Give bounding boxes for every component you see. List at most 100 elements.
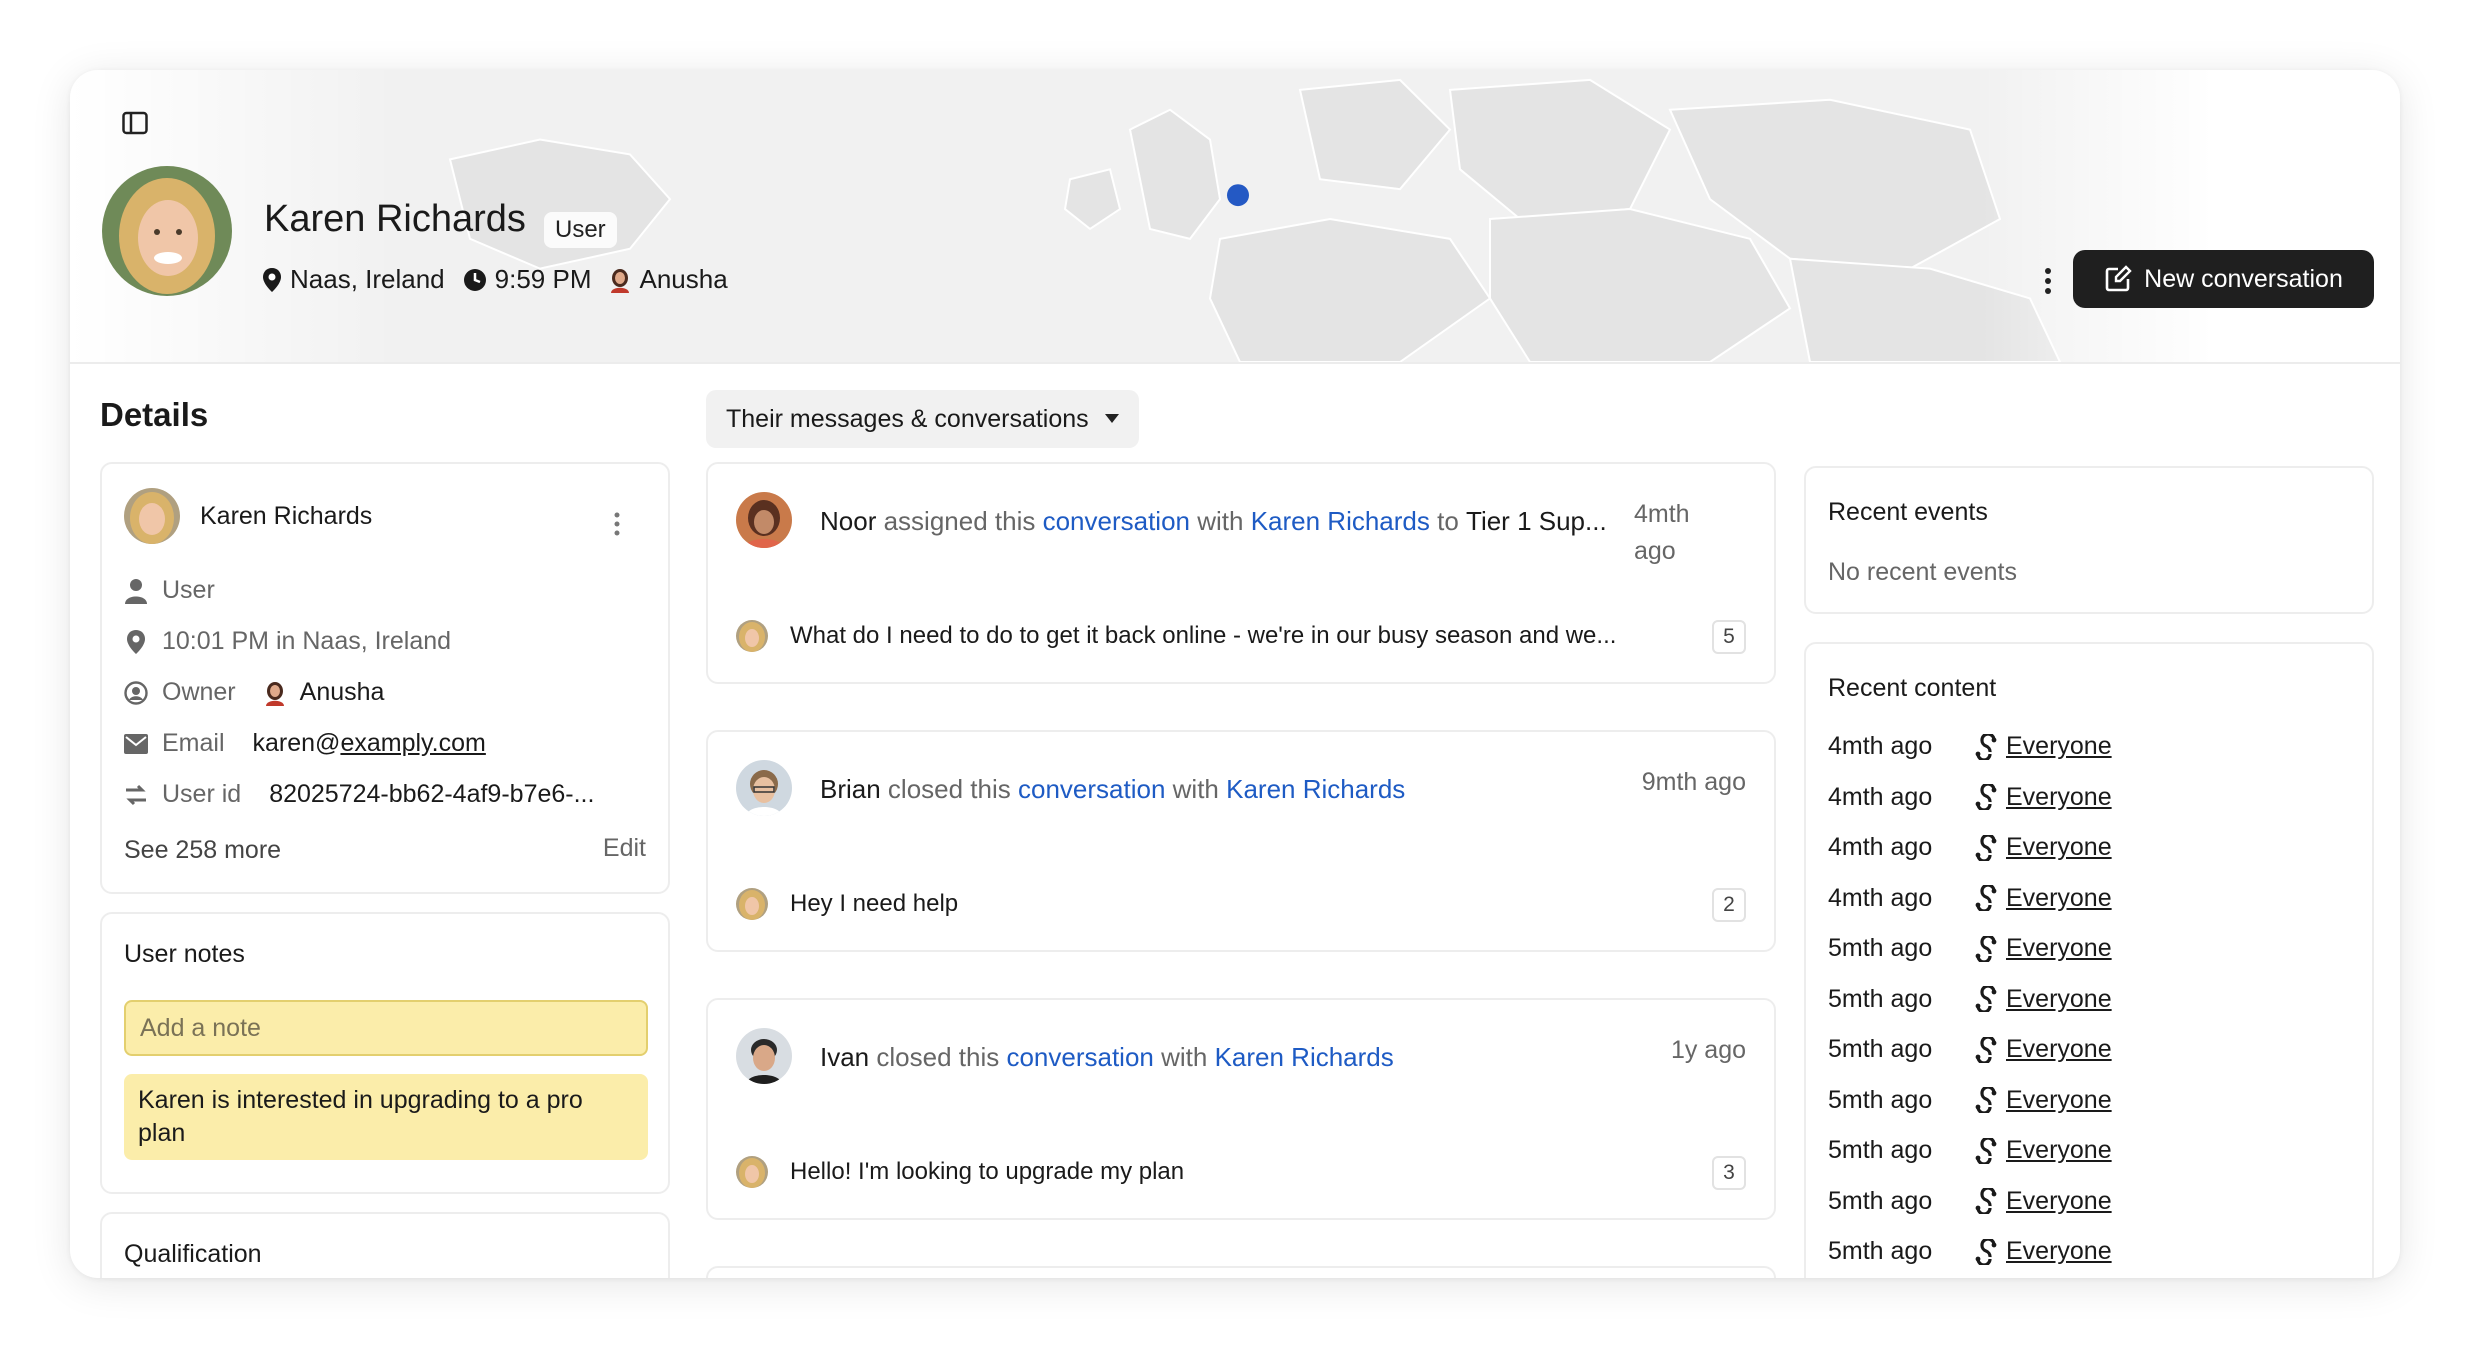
audience-link[interactable]: Everyone [1974, 732, 2112, 761]
caret-down-icon [1104, 414, 1119, 423]
recent-content-row: 4mth ago Everyone [1828, 833, 2112, 862]
sidebar-icon [122, 111, 148, 135]
content-time: 5mth ago [1828, 1237, 1933, 1265]
segment-icon [1975, 1087, 1997, 1113]
user-meta: Naas, Ireland 9:59 PM Anusha [262, 264, 746, 295]
message-count-badge: 2 [1712, 888, 1746, 922]
location-dot [1227, 184, 1249, 207]
audience-link[interactable]: Everyone [1974, 934, 2112, 963]
message-snippet: What do I need to do to get it back onli… [790, 622, 1617, 649]
recent-content-card: Recent content 4mth ago Everyone 4mth ago E… [1804, 642, 2374, 1278]
recent-content-heading: Recent content [1828, 674, 1997, 702]
edit-button[interactable]: Edit [603, 834, 646, 863]
segment-icon [1975, 986, 1997, 1012]
sidebar-toggle-button[interactable] [112, 100, 158, 146]
contact-avatar-small [736, 888, 768, 920]
message-snippet: Hello! I'm looking to upgrade my plan [790, 1158, 1185, 1185]
email-value[interactable]: karen@examply.com [253, 729, 486, 758]
content-time: 4mth ago [1828, 782, 1933, 811]
conversation-item[interactable]: Brian closed this conversation with Kare… [706, 730, 1776, 952]
agent-avatar-noor [736, 492, 792, 548]
owner-label: Owner [162, 678, 236, 706]
segment-icon [1975, 1036, 1997, 1063]
recent-events-empty: No recent events [1828, 558, 2017, 586]
message-snippet: Hey I need help [790, 890, 959, 917]
recent-content-row: 5mth ago Everyone [1828, 934, 2112, 963]
user-name: Karen Richards [264, 198, 526, 240]
contact-link[interactable]: Karen Richards [1215, 1042, 1394, 1072]
audience-link[interactable]: Everyone [1974, 1086, 2112, 1115]
add-note-input[interactable]: Add a note [124, 1000, 648, 1056]
audience-link[interactable]: Everyone [1974, 884, 2112, 913]
user-avatar [102, 166, 232, 296]
card-user-name: Karen Richards [200, 501, 373, 530]
recent-content-row: 4mth ago Everyone [1828, 884, 2112, 913]
conversation-item[interactable]: Ivan closed this conversation with Karen… [706, 998, 1776, 1220]
content-time: 4mth ago [1828, 732, 1933, 760]
audience-link[interactable]: Everyone [1974, 833, 2112, 862]
segment-icon [1975, 885, 1997, 911]
clock-icon [463, 268, 486, 291]
segment-icon [1975, 784, 1997, 810]
conversation-link[interactable]: conversation [1043, 506, 1190, 536]
recent-events-heading: Recent events [1828, 498, 1988, 526]
note-item[interactable]: Karen is interested in upgrading to a pr… [124, 1074, 648, 1160]
user-local-time-location: 10:01 PM in Naas, Ireland [162, 627, 452, 655]
audience-link[interactable]: Everyone [1974, 1136, 2112, 1165]
recent-content-row: 5mth ago Everyone [1828, 1086, 2112, 1115]
owner-name: Anusha [299, 678, 385, 706]
card-more-button[interactable] [602, 504, 632, 544]
user-id-value: 82025724-bb62-4af9-b7e6-... [269, 780, 595, 808]
segment-icon [1975, 1238, 1997, 1265]
contact-link[interactable]: Karen Richards [1251, 506, 1430, 536]
role-badge: User [544, 212, 617, 248]
agent-avatar-ivan [736, 1028, 792, 1084]
kebab-menu-icon [614, 512, 620, 536]
recent-content-row: 4mth ago Everyone [1828, 783, 2112, 812]
recent-content-row: 4mth ago Everyone [1828, 732, 2112, 761]
audience-link[interactable]: Everyone [1974, 985, 2112, 1014]
audience-link[interactable]: Everyone [1974, 1035, 2112, 1064]
compose-icon [2105, 265, 2132, 292]
conversation-link[interactable]: conversation [1018, 774, 1165, 804]
swap-arrows-icon [126, 784, 146, 805]
filter-label: Their messages & conversations [726, 404, 1089, 433]
message-count-badge: 5 [1712, 620, 1746, 654]
recent-events-card: Recent events No recent events [1804, 466, 2374, 614]
conversation-item[interactable] [706, 1266, 1776, 1278]
content-time: 5mth ago [1828, 1136, 1933, 1164]
segment-icon [1975, 834, 1997, 861]
conversation-item[interactable]: Noor assigned this conversation with Kar… [706, 462, 1776, 684]
more-options-button[interactable] [2030, 258, 2066, 304]
user-notes-card: User notes Add a note Karen is intereste… [100, 912, 670, 1194]
segment-icon [1975, 733, 1997, 760]
details-heading: Details [100, 396, 209, 433]
conversation-link[interactable]: conversation [1006, 1042, 1153, 1072]
content-time: 5mth ago [1828, 1186, 1933, 1215]
user-details-card: Karen Richards User 10:01 PM in Naas, Ir… [100, 462, 670, 894]
contact-avatar-small [736, 1156, 768, 1188]
content-time: 5mth ago [1828, 984, 1933, 1013]
kebab-menu-icon [2045, 268, 2051, 294]
message-count-badge: 3 [1712, 1156, 1746, 1190]
content-time: 5mth ago [1828, 934, 1933, 962]
segment-icon [1975, 1188, 1997, 1214]
new-conversation-button[interactable]: New conversation [2073, 250, 2374, 308]
conversation-time: 1y ago [1670, 1036, 1746, 1064]
user-profile-window: Karen Richards User Naas, Ireland 9:59 P… [70, 70, 2400, 1278]
contact-link[interactable]: Karen Richards [1226, 774, 1405, 804]
audience-link[interactable]: Everyone [1974, 783, 2112, 812]
see-more-link[interactable]: See 258 more [124, 836, 281, 865]
audience-link[interactable]: Everyone [1974, 1237, 2112, 1266]
recent-content-row: 5mth ago Everyone [1828, 1237, 2112, 1266]
user-id-label: User id [162, 780, 242, 808]
conversation-filter-dropdown[interactable]: Their messages & conversations [706, 390, 1139, 448]
user-local-time: 9:59 PM [494, 264, 592, 294]
owner-avatar-icon [265, 681, 284, 706]
audience-link[interactable]: Everyone [1974, 1187, 2112, 1216]
content-time: 5mth ago [1828, 1035, 1933, 1063]
owner-name: Anusha [639, 264, 728, 294]
recent-content-row: 5mth ago Everyone [1828, 1136, 2112, 1165]
contact-avatar-small [736, 620, 768, 652]
recent-content-row: 5mth ago Everyone [1828, 985, 2112, 1014]
